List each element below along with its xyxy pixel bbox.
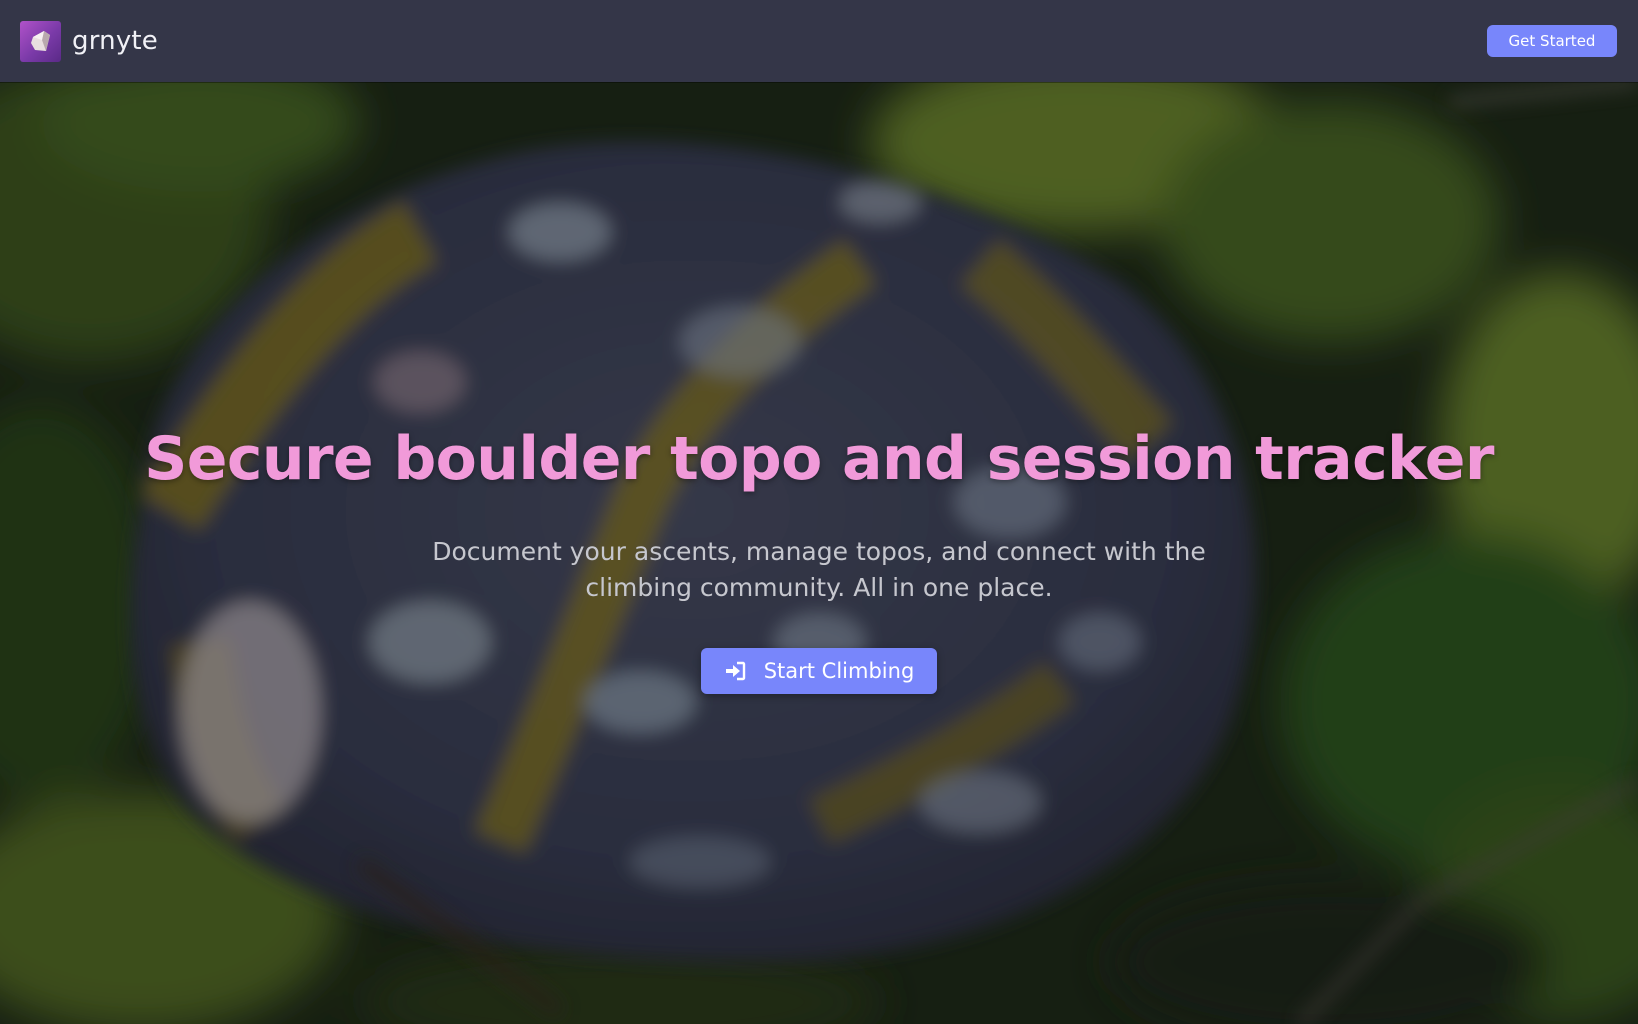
boulder-icon[interactable] bbox=[20, 20, 61, 62]
sign-in-icon bbox=[724, 661, 746, 681]
get-started-button[interactable]: Get Started bbox=[1487, 25, 1617, 57]
hero-content: Secure boulder topo and session tracker … bbox=[0, 82, 1638, 1024]
start-climbing-label: Start Climbing bbox=[763, 659, 915, 683]
hero-subtitle: Document your ascents, manage topos, and… bbox=[432, 537, 1206, 602]
start-climbing-button[interactable]: Start Climbing bbox=[701, 648, 937, 694]
brand-name[interactable]: grnyte bbox=[72, 26, 158, 56]
top-navbar: grnyte Get Started bbox=[0, 0, 1638, 82]
hero-section: Secure boulder topo and session tracker … bbox=[0, 82, 1638, 1024]
hero-headline: Secure boulder topo and session tracker bbox=[144, 424, 1494, 494]
brand[interactable]: grnyte bbox=[20, 20, 158, 62]
